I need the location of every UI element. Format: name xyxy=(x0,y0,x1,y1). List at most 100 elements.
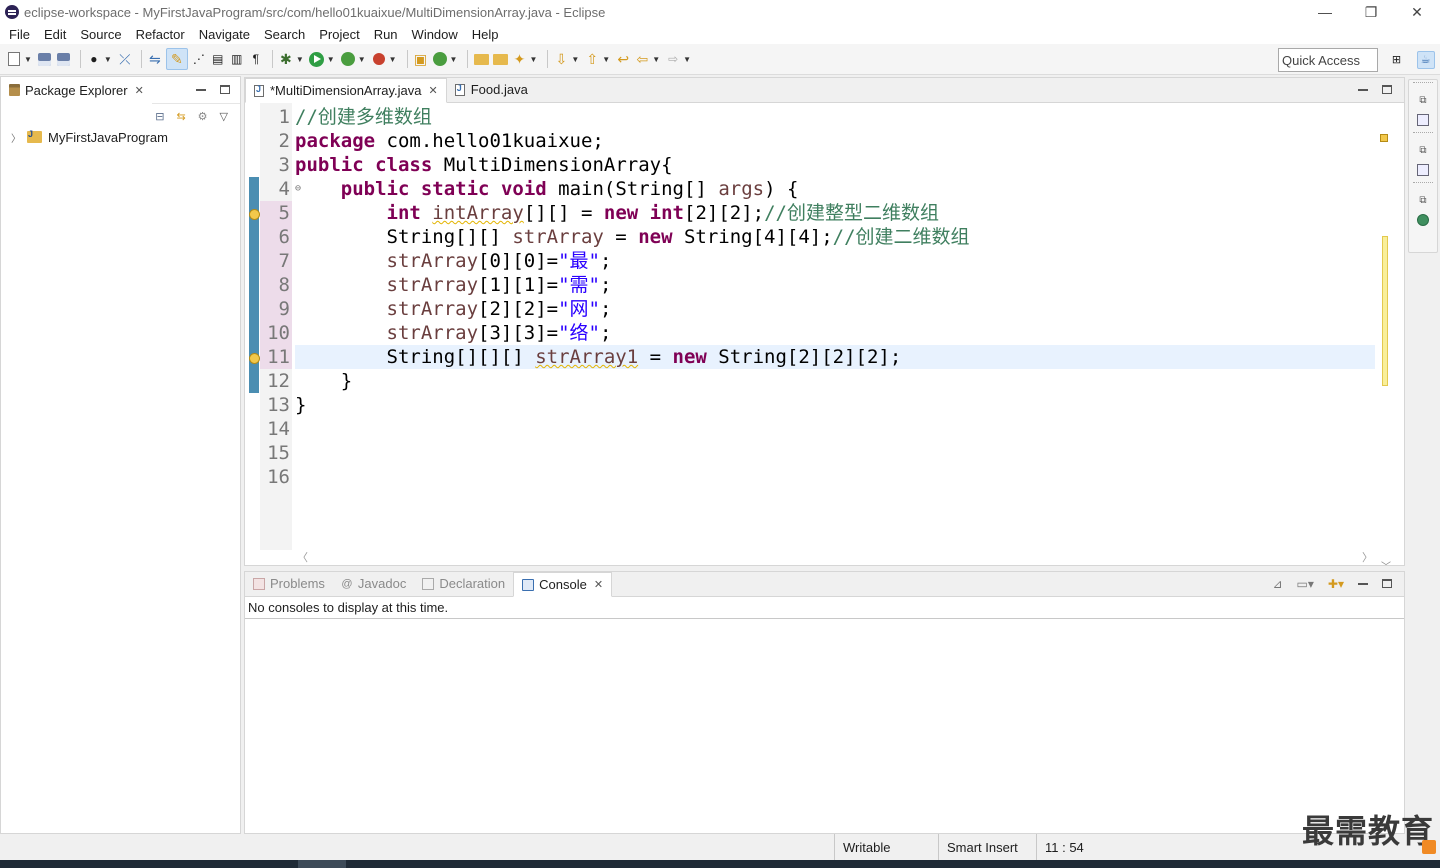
open-task-button[interactable] xyxy=(492,48,508,70)
search-button[interactable]: ✦ ▼ xyxy=(511,48,539,70)
new-java-package-button[interactable]: ▣ xyxy=(413,48,429,70)
toggle-block-selection-button[interactable]: ⋰ xyxy=(191,48,207,70)
close-icon[interactable]: ✕ xyxy=(428,84,437,97)
code-line[interactable]: strArray[2][2]="网"; xyxy=(295,297,1375,321)
open-perspective-button[interactable]: ⊞ xyxy=(1388,51,1406,69)
view-menu-icon[interactable]: ▽ xyxy=(220,110,228,123)
menu-help[interactable]: Help xyxy=(465,27,506,42)
code-line[interactable]: String[][] strArray = new String[4][4];/… xyxy=(295,225,1375,249)
restore-button[interactable]: ❐ xyxy=(1348,0,1394,24)
dropdown-arrow-icon[interactable]: ▼ xyxy=(296,55,304,64)
link-with-editor-icon[interactable]: ⇆ xyxy=(176,110,185,123)
code-lines[interactable]: //创建多维数组 package com.hello01kuaixue; publi… xyxy=(295,105,1375,489)
code-line[interactable]: String[][][] strArray1 = new String[2][2… xyxy=(295,345,1375,369)
chevron-right-icon[interactable]: 〉 xyxy=(11,130,21,145)
outline-button[interactable] xyxy=(1409,160,1437,180)
show-pilcrow-button[interactable]: ¶ xyxy=(248,48,264,70)
overview-warning-icon[interactable] xyxy=(1380,134,1388,142)
maximize-view-icon[interactable] xyxy=(1382,85,1392,94)
dropdown-arrow-icon[interactable]: ▼ xyxy=(571,55,579,64)
code-line[interactable]: //创建多维数组 xyxy=(295,105,1375,129)
code-line[interactable] xyxy=(295,417,1375,441)
warning-icon[interactable] xyxy=(249,353,260,364)
code-line[interactable]: public static void main(String[] args) { xyxy=(295,177,1375,201)
minimize-view-icon[interactable] xyxy=(1358,583,1368,585)
forward-button[interactable]: ⇨ ▼ xyxy=(665,48,693,70)
scroll-left-icon[interactable]: 〈 xyxy=(297,549,308,565)
vertical-ruler[interactable] xyxy=(247,103,260,550)
menu-window[interactable]: Window xyxy=(405,27,465,42)
team-button[interactable]: ● ▼ xyxy=(86,48,114,70)
run-button[interactable]: ▼ xyxy=(309,48,337,70)
dropdown-arrow-icon[interactable]: ▼ xyxy=(24,55,32,64)
dropdown-arrow-icon[interactable]: ▼ xyxy=(389,55,397,64)
task-list-button[interactable] xyxy=(1409,110,1437,130)
code-line[interactable]: public class MultiDimensionArray{ xyxy=(295,153,1375,177)
debug-button[interactable]: ✱ ▼ xyxy=(278,48,306,70)
taskbar-item[interactable] xyxy=(298,860,346,868)
menu-refactor[interactable]: Refactor xyxy=(129,27,192,42)
code-line[interactable]: int intArray[][] = new int[2][2];//创建整型二… xyxy=(295,201,1375,225)
save-button[interactable] xyxy=(37,48,53,70)
overview-ruler[interactable]: ﹀ xyxy=(1374,128,1404,575)
open-type-dialog-button[interactable] xyxy=(473,48,489,70)
menu-search[interactable]: Search xyxy=(257,27,312,42)
restore-stack-button[interactable]: ⧉ xyxy=(1409,190,1437,210)
external-tools-button[interactable]: ▼ xyxy=(371,48,399,70)
close-icon[interactable]: ✕ xyxy=(135,84,144,97)
team-sync-button[interactable] xyxy=(1409,210,1437,230)
close-icon[interactable]: ✕ xyxy=(594,578,603,591)
maximize-view-icon[interactable] xyxy=(1382,579,1392,588)
horizontal-scrollbar[interactable]: 〈 〉 xyxy=(295,549,1375,565)
scroll-right-icon[interactable]: 〉 xyxy=(1362,549,1373,565)
back-button[interactable]: ⇦ ▼ xyxy=(634,48,662,70)
warning-icon[interactable] xyxy=(249,209,260,220)
menu-edit[interactable]: Edit xyxy=(37,27,73,42)
code-line[interactable]: strArray[1][1]="需"; xyxy=(295,273,1375,297)
dropdown-arrow-icon[interactable]: ▼ xyxy=(602,55,610,64)
quick-access-field[interactable]: Quick Access xyxy=(1278,48,1378,72)
toggle-mark-occurrences-button[interactable]: ✎ xyxy=(165,48,188,70)
code-line[interactable]: } xyxy=(295,393,1375,417)
dropdown-arrow-icon[interactable]: ▼ xyxy=(104,55,112,64)
editor-tab-food[interactable]: Food.java xyxy=(447,77,536,102)
code-line[interactable]: strArray[0][0]="最"; xyxy=(295,249,1375,273)
word-wrap-button[interactable]: ▤ xyxy=(210,48,226,70)
dropdown-arrow-icon[interactable]: ▼ xyxy=(327,55,335,64)
save-all-button[interactable] xyxy=(56,48,72,70)
open-console-icon[interactable]: ✚▾ xyxy=(1328,577,1344,591)
menu-file[interactable]: File xyxy=(2,27,37,42)
maximize-view-icon[interactable] xyxy=(220,85,230,94)
filter-icon[interactable]: ⚙ xyxy=(198,110,208,123)
menu-project[interactable]: Project xyxy=(312,27,366,42)
scrollbar-thumb[interactable] xyxy=(1382,236,1388,386)
tab-declaration[interactable]: Declaration xyxy=(414,571,513,596)
code-line[interactable]: package com.hello01kuaixue; xyxy=(295,129,1375,153)
close-button[interactable]: ✕ xyxy=(1394,0,1440,24)
dropdown-arrow-icon[interactable]: ▼ xyxy=(683,55,691,64)
new-button[interactable]: ▼ xyxy=(6,48,34,70)
minimize-view-icon[interactable] xyxy=(196,89,206,91)
tree-item-project[interactable]: 〉 MyFirstJavaProgram xyxy=(1,128,240,146)
java-perspective-button[interactable]: ☕ xyxy=(1416,50,1435,69)
next-annotation-button[interactable]: ⇩ ▼ xyxy=(553,48,581,70)
pin-console-icon[interactable]: ⊿ xyxy=(1272,577,1282,591)
collapse-all-icon[interactable]: ⊟ xyxy=(155,110,164,123)
coverage-button[interactable]: ▼ xyxy=(340,48,368,70)
open-type-button[interactable]: ⇋ xyxy=(147,48,163,70)
restore-stack-button[interactable]: ⧉ xyxy=(1409,140,1437,160)
last-edit-location-button[interactable]: ↩ xyxy=(615,48,631,70)
tab-console[interactable]: Console ✕ xyxy=(513,572,613,597)
menu-run[interactable]: Run xyxy=(367,27,405,42)
code-line[interactable] xyxy=(295,441,1375,465)
menu-source[interactable]: Source xyxy=(73,27,128,42)
code-line[interactable]: } xyxy=(295,369,1375,393)
display-console-icon[interactable]: ▭▾ xyxy=(1297,577,1314,591)
dropdown-arrow-icon[interactable]: ▼ xyxy=(450,55,458,64)
menu-navigate[interactable]: Navigate xyxy=(192,27,257,42)
package-explorer-tab[interactable]: Package Explorer ✕ xyxy=(1,76,152,104)
previous-annotation-button[interactable]: ⇧ ▼ xyxy=(584,48,612,70)
code-area[interactable]: 1 2 3 4 ⊖ 5 6 7 8 9 10 11 12 13 14 15 16 //创建多维数组 package… xyxy=(245,103,1404,573)
status-insert-mode[interactable]: Smart Insert xyxy=(938,834,1036,860)
code-line[interactable]: strArray[3][3]="络"; xyxy=(295,321,1375,345)
